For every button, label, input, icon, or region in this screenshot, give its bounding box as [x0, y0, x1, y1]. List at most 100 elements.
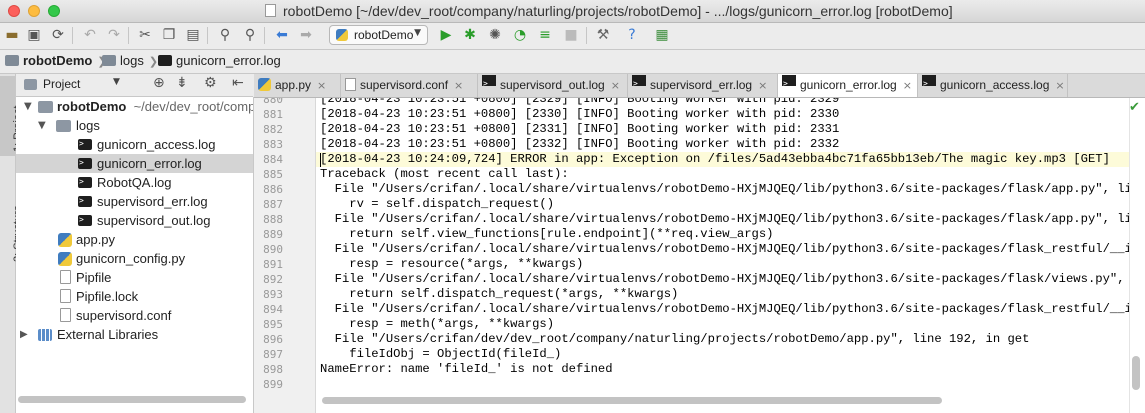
- tree-item-file[interactable]: supervisord.conf: [16, 306, 253, 325]
- tree-item-file[interactable]: Pipfile: [16, 268, 253, 287]
- project-view-select[interactable]: Project: [43, 77, 80, 91]
- tree-item-external-libraries[interactable]: ▶ External Libraries: [16, 325, 253, 344]
- hide-panel-icon[interactable]: ⇤: [232, 75, 244, 91]
- tab-supervisord-conf[interactable]: supervisord.conf ×: [341, 74, 478, 97]
- tree-item-label: supervisord_err.log: [97, 194, 208, 209]
- breadcrumb-item-logs[interactable]: logs ❯: [102, 53, 158, 68]
- tab-app-py[interactable]: app.py ×: [254, 74, 341, 97]
- line-number-gutter: 880 881 882 883 884 885 886 887 888 889 890 891 892 8…: [254, 98, 316, 413]
- sync-icon[interactable]: ⟳: [48, 25, 68, 45]
- window-zoom-button[interactable]: [48, 5, 60, 17]
- forward-icon[interactable]: ➡: [296, 25, 316, 45]
- tree-item-log-file[interactable]: RobotQA.log: [16, 172, 253, 192]
- close-icon[interactable]: ×: [317, 79, 326, 92]
- run-configuration-select[interactable]: robotDemo ▼: [329, 25, 428, 45]
- project-horizontal-scrollbar[interactable]: [18, 396, 246, 403]
- code-line[interactable]: return self.dispatch_request(*args, **kw…: [320, 287, 678, 302]
- replace-icon[interactable]: ⚲: [240, 25, 260, 45]
- code-line[interactable]: File "/Users/crifan/.local/share/virtual…: [320, 212, 1129, 227]
- open-folder-icon[interactable]: ▬: [2, 25, 22, 45]
- line-number: 884: [263, 153, 283, 166]
- editor-vertical-scroll-thumb[interactable]: [1132, 356, 1140, 390]
- collapse-all-icon[interactable]: ⇟: [176, 75, 188, 91]
- folder-icon: [5, 55, 19, 66]
- vcs-icon[interactable]: ▦: [652, 25, 672, 45]
- main-toolbar: ▬ ▣ ⟳ ↶ ↷ ✂ ❐ ▤ ⚲ ⚲ ⬅ ➡ robotDemo ▼ ▶ ✱ …: [0, 23, 1145, 50]
- code-line[interactable]: [2018-04-23 10:23:51 +0800] [2332] [INFO…: [320, 137, 839, 152]
- save-icon[interactable]: ▣: [24, 25, 44, 45]
- tree-item-file[interactable]: app.py: [16, 230, 253, 249]
- gear-icon[interactable]: ⚙: [204, 75, 217, 91]
- editor-horizontal-scrollbar[interactable]: [322, 397, 942, 404]
- tab-supervisord-out-log[interactable]: supervisord_out.log ×: [478, 74, 628, 97]
- stop-icon[interactable]: ■: [561, 25, 581, 45]
- folder-icon: [24, 79, 37, 90]
- help-icon[interactable]: ?: [622, 25, 642, 45]
- run-icon[interactable]: ▶: [436, 25, 456, 45]
- line-number: 896: [263, 333, 283, 346]
- code-line[interactable]: File "/Users/crifan/.local/share/virtual…: [320, 272, 1129, 287]
- find-icon[interactable]: ⚲: [215, 25, 235, 45]
- tab-gunicorn-error-log[interactable]: gunicorn_error.log ×: [778, 74, 918, 97]
- breadcrumb-item-project[interactable]: robotDemo❯: [5, 53, 107, 68]
- code-line[interactable]: NameError: name 'fileId_' is not defined: [320, 362, 613, 377]
- window-minimize-button[interactable]: [28, 5, 40, 17]
- debug-icon[interactable]: ✱: [460, 25, 480, 45]
- code-line[interactable]: return self.view_functions[rule.endpoint…: [320, 227, 773, 242]
- profile-icon[interactable]: ◔: [510, 25, 530, 45]
- editor-content[interactable]: [2018-04-23 10:23:51 +0800] [2329] [INFO…: [316, 98, 1129, 413]
- code-line[interactable]: File "/Users/crifan/.local/share/virtual…: [320, 242, 1129, 257]
- undo-icon[interactable]: ↶: [80, 25, 100, 45]
- tree-item-root[interactable]: ▼ robotDemo ~/dev/dev_root/company/natur…: [16, 97, 253, 116]
- tree-item-logs[interactable]: ▼ logs: [16, 116, 253, 135]
- code-line[interactable]: [2018-04-23 10:23:51 +0800] [2331] [INFO…: [320, 122, 839, 137]
- close-icon[interactable]: ×: [758, 79, 767, 92]
- cut-icon[interactable]: ✂: [135, 25, 155, 45]
- redo-icon[interactable]: ↷: [104, 25, 124, 45]
- tree-item-log-file[interactable]: supervisord_out.log: [16, 210, 253, 230]
- breadcrumb-item-file[interactable]: gunicorn_error.log: [158, 53, 281, 68]
- tab-label: gunicorn_access.log: [940, 78, 1050, 92]
- tree-item-log-file[interactable]: gunicorn_access.log: [16, 134, 253, 154]
- scroll-from-source-icon[interactable]: ⊕: [153, 75, 165, 91]
- coverage-icon[interactable]: ✺: [485, 25, 505, 45]
- tree-item-label: logs: [76, 118, 100, 133]
- tree-item-log-file[interactable]: supervisord_err.log: [16, 191, 253, 211]
- window-close-button[interactable]: [8, 5, 20, 17]
- tool-tab-structure[interactable]: 2: Structure: [0, 166, 24, 266]
- tree-item-file[interactable]: Pipfile.lock: [16, 287, 253, 306]
- close-icon[interactable]: ×: [903, 79, 912, 92]
- close-icon[interactable]: ×: [454, 79, 463, 92]
- chevron-right-icon[interactable]: ▶: [20, 325, 28, 344]
- code-line[interactable]: [2018-04-23 10:23:51 +0800] [2329] [INFO…: [320, 98, 839, 107]
- concurrency-icon[interactable]: ≡: [535, 25, 555, 45]
- tree-item-log-file-selected[interactable]: gunicorn_error.log: [16, 153, 253, 173]
- breadcrumb: robotDemo❯ logs ❯ gunicorn_error.log: [0, 50, 1145, 74]
- tree-item-file[interactable]: gunicorn_config.py: [16, 249, 253, 268]
- close-icon[interactable]: ×: [1055, 79, 1064, 92]
- code-line[interactable]: File "/Users/crifan/dev/dev_root/company…: [320, 332, 1030, 347]
- code-line[interactable]: rv = self.dispatch_request(): [320, 197, 554, 212]
- code-line[interactable]: Traceback (most recent call last):: [320, 167, 569, 182]
- code-line[interactable]: File "/Users/crifan/.local/share/virtual…: [320, 182, 1129, 197]
- code-line[interactable]: fileIdObj = ObjectId(fileId_): [320, 347, 561, 362]
- tab-gunicorn-access-log[interactable]: gunicorn_access.log ×: [918, 74, 1068, 97]
- code-line[interactable]: resp = meth(*args, **kwargs): [320, 317, 554, 332]
- tool-tab-project[interactable]: 1: Project: [0, 76, 24, 156]
- close-icon[interactable]: ×: [611, 79, 620, 92]
- chevron-down-icon[interactable]: ▼: [113, 77, 120, 87]
- copy-icon[interactable]: ❐: [159, 25, 179, 45]
- toolbar-separator: [586, 27, 587, 44]
- paste-icon[interactable]: ▤: [183, 25, 203, 45]
- tree-item-path: ~/dev/dev_root/company/naturling/project…: [133, 99, 253, 114]
- code-line[interactable]: File "/Users/crifan/.local/share/virtual…: [320, 302, 1129, 317]
- settings-wrench-icon[interactable]: ⚒: [593, 25, 613, 45]
- tab-supervisord-err-log[interactable]: supervisord_err.log ×: [628, 74, 778, 97]
- code-line[interactable]: [2018-04-23 10:23:51 +0800] [2330] [INFO…: [320, 107, 839, 122]
- chevron-down-icon[interactable]: ▼: [38, 116, 46, 135]
- project-tree: ▼ robotDemo ~/dev/dev_root/company/natur…: [16, 97, 254, 413]
- code-line[interactable]: resp = resource(*args, **kwargs): [320, 257, 583, 272]
- code-line[interactable]: [2018-04-23 10:24:09,724] ERROR in app: …: [320, 152, 1110, 167]
- back-icon[interactable]: ⬅: [272, 25, 292, 45]
- chevron-down-icon[interactable]: ▼: [24, 97, 32, 116]
